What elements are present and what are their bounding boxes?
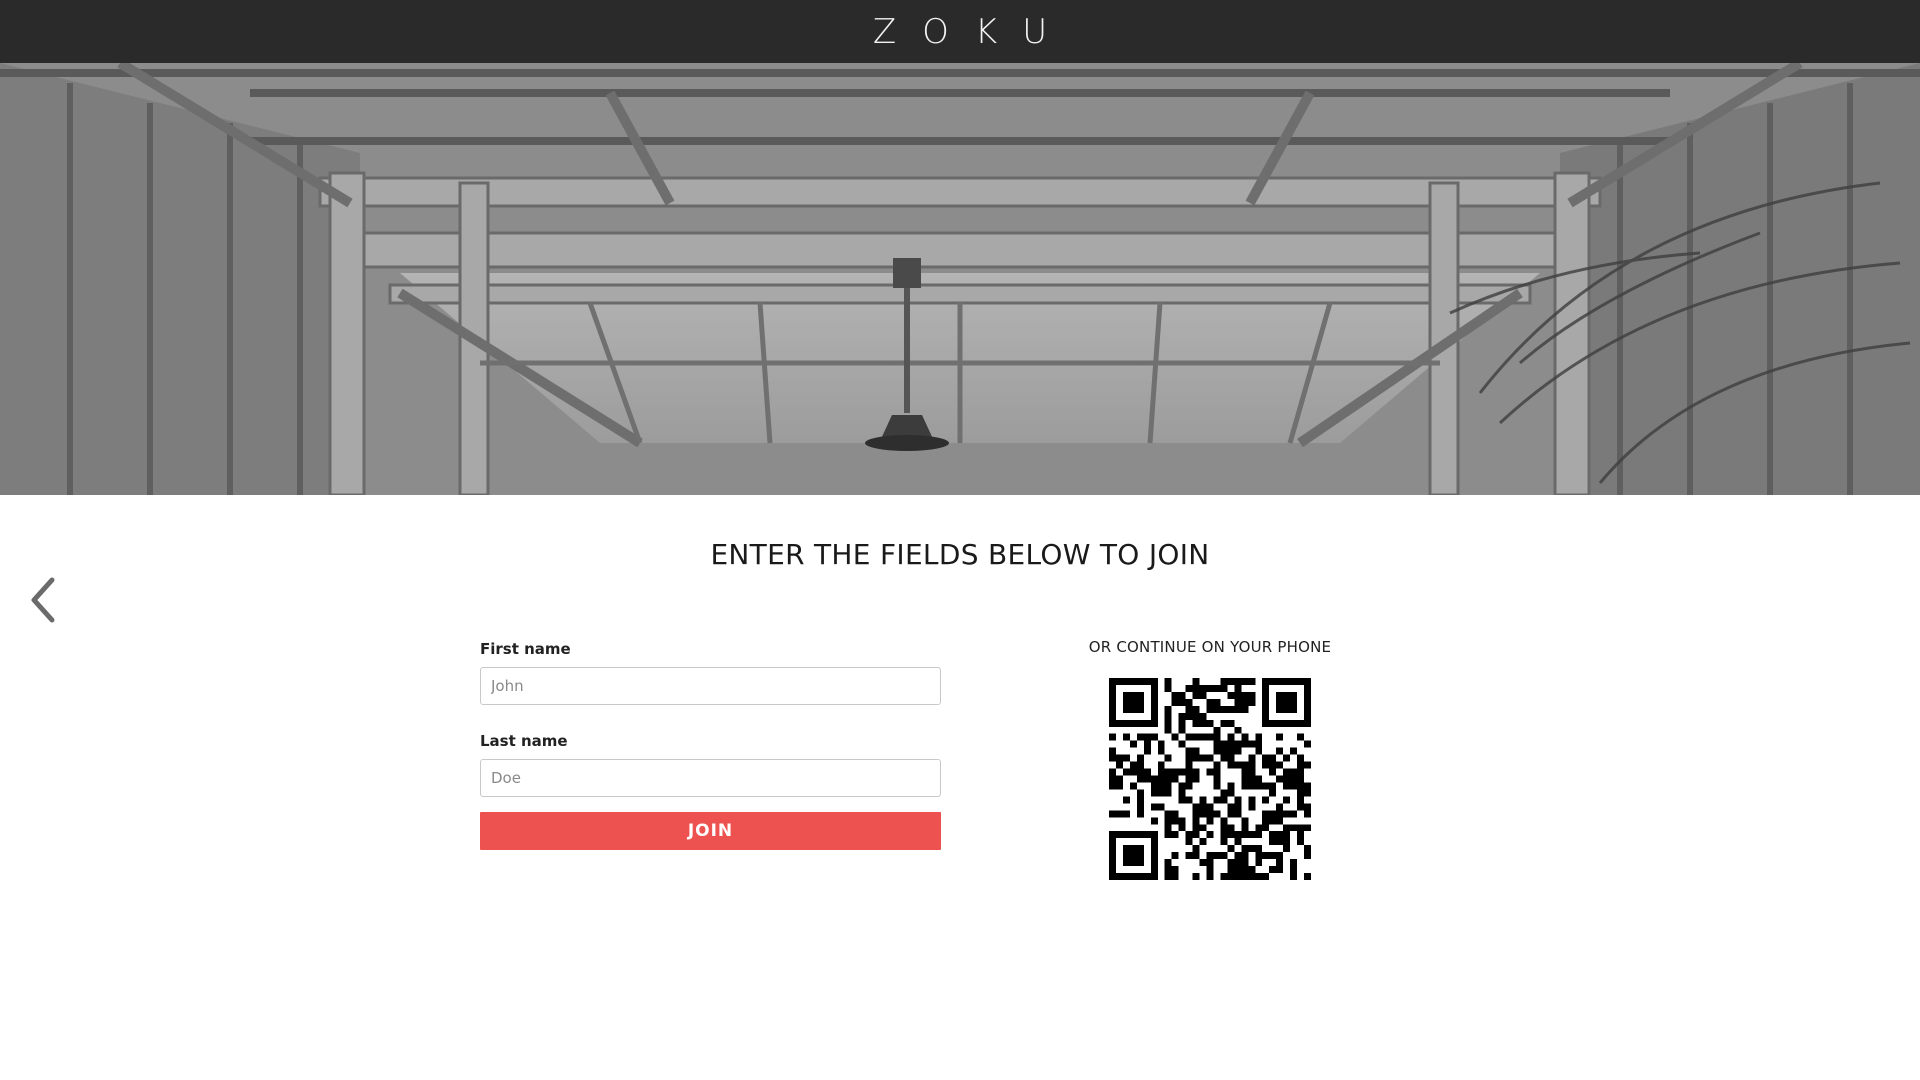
first-name-input[interactable] (480, 667, 941, 705)
last-name-input[interactable] (480, 759, 941, 797)
greenhouse-ceiling-photo (0, 63, 1920, 495)
hero-image (0, 63, 1920, 495)
top-bar: ZOKU (0, 0, 1920, 63)
phone-label: OR CONTINUE ON YOUR PHONE (1088, 638, 1332, 656)
qr-code-icon (1109, 678, 1311, 880)
join-button[interactable]: JOIN (480, 812, 941, 850)
page-title: ENTER THE FIELDS BELOW TO JOIN (710, 538, 1210, 571)
first-name-label: First name (480, 640, 571, 658)
back-button[interactable] (22, 570, 66, 630)
phone-section: OR CONTINUE ON YOUR PHONE (1080, 638, 1340, 880)
chevron-left-icon (31, 577, 55, 623)
join-form: First name Last name JOIN (480, 640, 941, 850)
zoku-logo[interactable]: ZOKU (847, 15, 1073, 49)
last-name-label: Last name (480, 732, 568, 750)
